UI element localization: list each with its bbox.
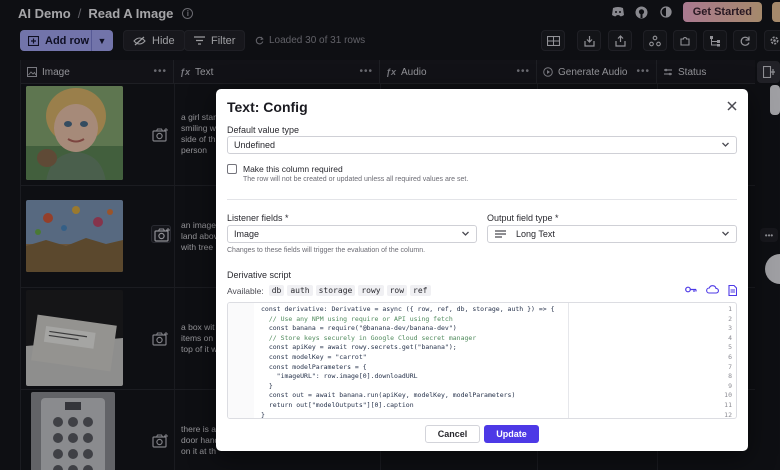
listener-fields-value: Image — [234, 229, 260, 239]
section-divider — [227, 199, 737, 200]
listener-fields-label: Listener fields * — [227, 213, 289, 223]
required-helper: The row will not be created or updated u… — [243, 176, 469, 183]
line-number: 8 — [728, 372, 732, 381]
code-line: const derivative: Derivative = async ({ … — [261, 305, 555, 313]
variable-chip[interactable]: db — [268, 285, 285, 296]
code-line: const modelKey = "carrot" — [261, 353, 367, 361]
line-number: 4 — [728, 333, 732, 342]
output-type-select[interactable]: Long Text — [487, 225, 737, 243]
update-button[interactable]: Update — [484, 425, 539, 443]
listener-helper: Changes to these fields will trigger the… — [227, 247, 426, 254]
code-line: const out = await banana.run(apiKey, mod… — [261, 391, 516, 400]
dialog-title: Text: Config — [227, 99, 308, 115]
cloud-icon[interactable] — [706, 285, 719, 294]
line-number: 6 — [728, 353, 732, 361]
line-number: 9 — [728, 381, 732, 390]
variable-chip[interactable]: storage — [315, 285, 356, 296]
code-line: "imageURL": row.image[0].downloadURL — [261, 372, 418, 381]
code-line: const apiKey = await rowy.secrets.get("b… — [261, 343, 457, 352]
code-line: const modelParameters = { — [261, 362, 367, 371]
code-line: } — [261, 381, 273, 390]
output-type-value: Long Text — [516, 229, 555, 239]
variable-chip[interactable]: ref — [410, 285, 431, 296]
code-line: return out["modelOutputs"][0].caption — [261, 401, 414, 409]
code-line: // Store keys securely in Google Cloud s… — [261, 333, 477, 342]
variable-chip[interactable]: auth — [287, 285, 313, 296]
close-icon[interactable] — [726, 99, 738, 111]
required-checkbox[interactable] — [227, 164, 237, 174]
variable-chip[interactable]: row — [386, 285, 408, 296]
script-tools — [685, 285, 737, 296]
line-number: 5 — [728, 343, 732, 352]
chevron-down-icon — [462, 231, 469, 236]
variable-chip[interactable]: rowy — [358, 285, 384, 296]
dialog-actions: Cancel Update — [216, 419, 748, 451]
code-editor[interactable]: 1 const derivative: Derivative = async ({… — [227, 302, 737, 419]
long-text-icon — [495, 230, 506, 238]
code-line: const banana = require("@banana-dev/bana… — [261, 324, 457, 333]
line-number-gutter — [228, 303, 254, 418]
line-number: 7 — [728, 362, 732, 371]
default-value-select[interactable]: Undefined — [227, 136, 737, 154]
line-number: 12 — [724, 410, 732, 419]
derivative-script-label: Derivative script — [227, 270, 292, 280]
output-type-label: Output field type * — [487, 213, 559, 223]
line-number: 3 — [728, 324, 732, 333]
available-variables: Available: db auth storage rowy row ref — [227, 285, 431, 296]
listener-fields-select[interactable]: Image — [227, 225, 477, 243]
code-line: } — [261, 410, 265, 419]
line-number: 10 — [724, 391, 732, 400]
editor-ruler — [568, 303, 569, 418]
cancel-button[interactable]: Cancel — [425, 425, 480, 443]
line-number: 2 — [728, 314, 732, 323]
required-label: Make this column required — [243, 164, 343, 174]
code-line: // Use any NPM using require or API usin… — [261, 314, 453, 323]
available-label: Available: — [227, 285, 264, 296]
key-icon[interactable] — [685, 285, 697, 294]
document-icon[interactable] — [728, 285, 737, 296]
chevron-down-icon — [722, 231, 729, 236]
default-value-label: Default value type — [227, 125, 300, 135]
column-config-dialog: Text: Config Default value type Undefine… — [216, 89, 748, 451]
line-number: 11 — [724, 401, 732, 409]
chevron-down-icon — [722, 142, 729, 147]
default-value-text: Undefined — [234, 140, 276, 150]
line-number: 1 — [728, 305, 732, 313]
